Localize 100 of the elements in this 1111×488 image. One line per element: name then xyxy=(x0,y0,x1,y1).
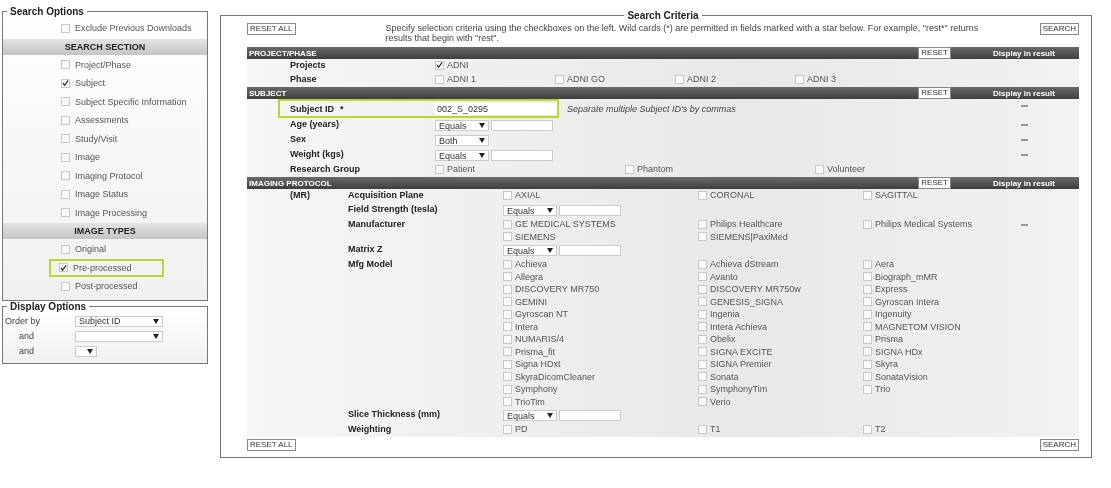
checkbox-label[interactable]: SonataVision xyxy=(875,371,928,382)
checkbox-label[interactable]: MAGNETOM VISION xyxy=(875,321,961,332)
dropdown[interactable]: Equals xyxy=(503,205,557,216)
checkbox[interactable] xyxy=(698,359,707,369)
checkbox-label[interactable]: Subject Specific Information xyxy=(75,96,187,107)
checkbox[interactable] xyxy=(698,190,707,200)
dropdown[interactable]: Equals xyxy=(435,150,489,161)
checkbox[interactable] xyxy=(61,189,70,199)
checkbox[interactable] xyxy=(555,74,564,84)
checkbox-label[interactable]: Allegra xyxy=(515,271,543,282)
checkbox[interactable] xyxy=(503,232,512,242)
checkbox[interactable] xyxy=(503,322,512,332)
checkbox-label[interactable]: Avanto xyxy=(710,271,738,282)
checkbox-label[interactable]: GENESIS_SIGNA xyxy=(710,296,784,307)
checkbox[interactable] xyxy=(863,424,872,434)
checkbox-label[interactable]: Symphony xyxy=(515,384,558,395)
checkbox-label[interactable]: SkyraDicomCleaner xyxy=(515,371,596,382)
search-button[interactable]: SEARCH xyxy=(1039,23,1079,35)
checkbox[interactable] xyxy=(698,384,707,394)
checkbox-label[interactable]: Original xyxy=(75,244,106,255)
reset-all-button[interactable]: RESET ALL xyxy=(247,439,296,451)
checkbox[interactable] xyxy=(675,74,684,84)
checkbox[interactable] xyxy=(863,309,872,319)
checkbox[interactable] xyxy=(61,134,70,144)
checkbox-label[interactable]: Prisma xyxy=(875,334,903,345)
checkbox-label[interactable]: Post-processed xyxy=(75,281,138,292)
checkbox-label[interactable]: SymphonyTim xyxy=(710,384,768,395)
checkbox-label[interactable]: Gyroscan NT xyxy=(515,309,568,320)
checkbox-label[interactable]: Image xyxy=(75,152,100,163)
checkbox[interactable] xyxy=(61,244,70,254)
checkbox[interactable] xyxy=(503,284,512,294)
checkbox[interactable] xyxy=(503,272,512,282)
input-field[interactable] xyxy=(559,245,621,256)
checkbox-label[interactable]: DISCOVERY MR750 xyxy=(515,284,600,295)
checkbox-label[interactable]: Ingenia xyxy=(710,309,740,320)
checkbox[interactable] xyxy=(698,347,707,357)
checkbox[interactable] xyxy=(698,259,707,269)
checkbox-label[interactable]: Subject xyxy=(75,78,106,89)
checkbox[interactable] xyxy=(863,384,872,394)
checkbox-label[interactable]: TrioTim xyxy=(515,396,545,407)
checkbox[interactable] xyxy=(503,334,512,344)
checkbox-label[interactable]: SAGITTAL xyxy=(875,190,918,201)
checkbox[interactable] xyxy=(435,164,444,174)
checkbox-label[interactable]: Assessments xyxy=(75,115,129,126)
checkbox[interactable] xyxy=(698,397,707,407)
checkbox-label[interactable]: Signa HDxt xyxy=(515,359,561,370)
checkbox[interactable] xyxy=(863,284,872,294)
checkbox-label[interactable]: ADNI xyxy=(447,60,469,71)
checkbox[interactable] xyxy=(625,164,634,174)
input-field[interactable] xyxy=(491,120,553,131)
checkbox[interactable] xyxy=(698,219,707,229)
checkbox-label[interactable]: Philips Medical Systems xyxy=(875,219,973,230)
checkbox[interactable] xyxy=(863,359,872,369)
checkbox[interactable] xyxy=(503,190,512,200)
checkbox-label[interactable]: Biograph_mMR xyxy=(875,271,938,282)
dropdown[interactable] xyxy=(75,345,97,357)
checkbox[interactable] xyxy=(61,115,70,125)
checkbox-label[interactable]: SIGNA EXCITE xyxy=(710,346,773,357)
checkbox-label[interactable]: Intera Achieva xyxy=(710,321,768,332)
checkbox[interactable] xyxy=(698,272,707,282)
checkbox[interactable] xyxy=(61,208,70,218)
checkbox[interactable] xyxy=(698,297,707,307)
dropdown[interactable]: Equals xyxy=(503,410,557,421)
checkbox[interactable] xyxy=(61,281,70,291)
input-field[interactable] xyxy=(559,410,621,421)
checkbox-label[interactable]: Prisma_fit xyxy=(515,346,555,357)
checkbox-label[interactable]: Trio xyxy=(875,384,891,395)
checkbox[interactable] xyxy=(503,219,512,229)
checkbox-label[interactable]: SIGNA HDx xyxy=(875,346,923,357)
reset-button[interactable]: RESET xyxy=(918,47,951,59)
checkbox-label[interactable]: Express xyxy=(875,284,908,295)
checkbox-label[interactable]: Pre-processed xyxy=(73,262,132,273)
checkbox-label[interactable]: Phantom xyxy=(637,164,674,175)
checkbox[interactable] xyxy=(863,334,872,344)
checkbox[interactable] xyxy=(698,309,707,319)
checkbox-label[interactable]: Verio xyxy=(710,396,731,407)
checkbox-label[interactable]: Intera xyxy=(515,321,538,332)
checkbox[interactable] xyxy=(815,164,824,174)
checkbox-label[interactable]: ADNI GO xyxy=(567,74,605,85)
checkbox-label[interactable]: Skyra xyxy=(875,359,898,370)
checkbox[interactable] xyxy=(503,424,512,434)
checkbox-label[interactable]: ADNI 1 xyxy=(447,74,476,85)
checkbox[interactable] xyxy=(503,384,512,394)
checkbox-label[interactable]: SIGNA Premier xyxy=(710,359,772,370)
checkbox[interactable] xyxy=(698,372,707,382)
checkbox-label[interactable]: Study/Visit xyxy=(75,133,118,144)
dropdown[interactable]: Both xyxy=(435,135,489,146)
checkbox-label[interactable]: T2 xyxy=(875,424,886,435)
input-field[interactable]: 002_S_0295 xyxy=(435,102,557,115)
checkbox[interactable] xyxy=(863,272,872,282)
dropdown[interactable]: Subject ID xyxy=(75,315,163,327)
checkbox[interactable] xyxy=(863,219,872,229)
checkbox-label[interactable]: NUMARIS/4 xyxy=(515,334,564,345)
checkbox[interactable] xyxy=(61,23,70,33)
checkbox-label[interactable]: GE MEDICAL SYSTEMS xyxy=(515,219,616,230)
checkbox-label[interactable]: SIEMENS|PaxiMed xyxy=(710,231,788,242)
checkbox[interactable] xyxy=(863,259,872,269)
checkbox-label[interactable]: Project/Phase xyxy=(75,59,132,70)
checkbox[interactable] xyxy=(698,424,707,434)
checkbox-label[interactable]: Ingenuity xyxy=(875,309,912,320)
